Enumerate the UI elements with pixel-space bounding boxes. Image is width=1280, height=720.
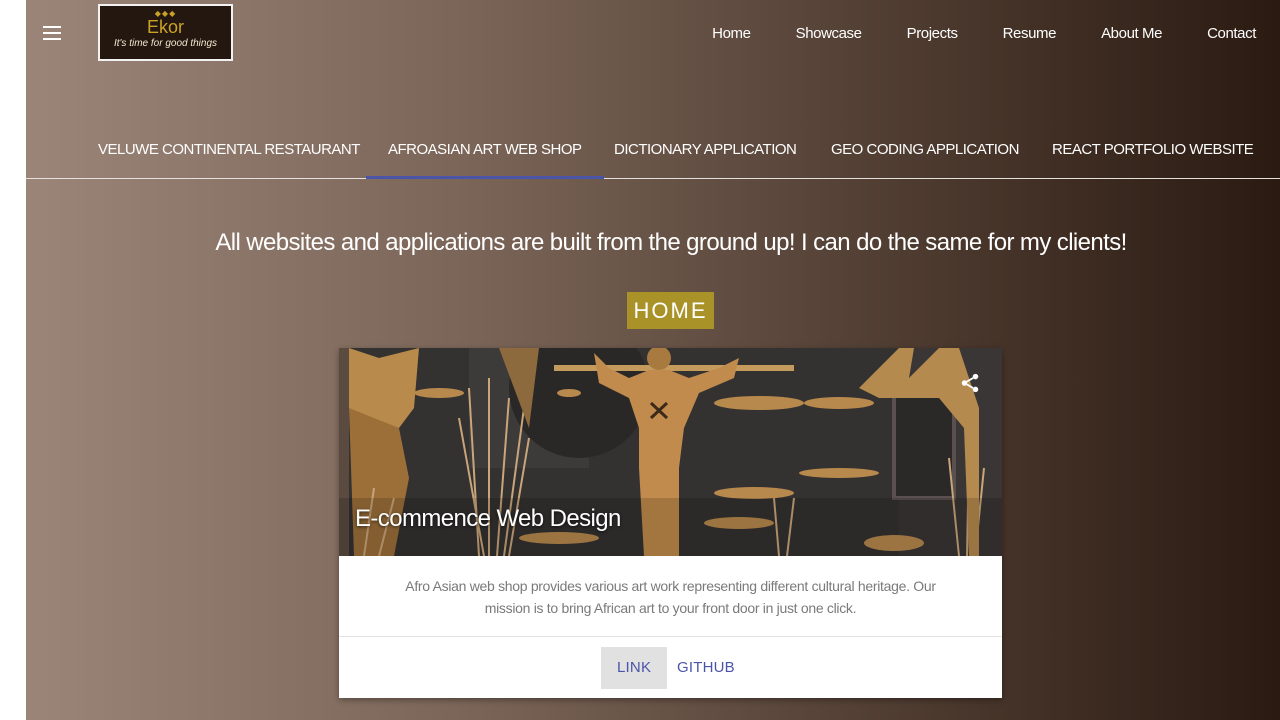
card-divider — [339, 636, 1002, 637]
tab-geo-coding-application[interactable]: GEO CODING APPLICATION — [831, 128, 1019, 178]
logo-tagline: It's time for good things — [113, 38, 218, 49]
site-logo[interactable]: ◆◆◆ Ekor It's time for good things — [98, 4, 233, 61]
tab-dictionary-application[interactable]: DICTIONARY APPLICATION — [614, 128, 797, 178]
tab-react-portfolio[interactable]: REACT PORTFOLIO WEBSITE — [1052, 128, 1254, 178]
github-button[interactable]: GITHUB — [661, 647, 751, 689]
card-actions: LINK GITHUB — [339, 647, 1002, 689]
card-description: Afro Asian web shop provides various art… — [359, 575, 982, 619]
nav-projects[interactable]: Projects — [907, 25, 958, 42]
logo-brand: Ekor — [146, 17, 184, 37]
card-image: E-commence Web Design — [339, 348, 1002, 556]
nav-showcase[interactable]: Showcase — [796, 25, 862, 42]
section-badge: HOME — [627, 292, 714, 329]
card-title: E-commence Web Design — [355, 505, 621, 532]
nav-home[interactable]: Home — [712, 25, 751, 42]
tab-afroasian-web-shop[interactable]: AFROASIAN ART WEB SHOP — [366, 128, 603, 179]
menu-icon[interactable] — [43, 22, 65, 44]
main-nav: Home Showcase Projects Resume About Me C… — [667, 25, 1256, 42]
card-description-line-1: Afro Asian web shop provides various art… — [405, 578, 936, 594]
page-headline: All websites and applications are built … — [215, 229, 1127, 256]
nav-about-me[interactable]: About Me — [1101, 25, 1162, 42]
link-button[interactable]: LINK — [601, 647, 668, 689]
nav-resume[interactable]: Resume — [1003, 25, 1057, 42]
project-tabs: VELUWE CONTINENTAL RESTAURANT AFROASIAN … — [26, 128, 1280, 179]
project-card: E-commence Web Design Afro Asian web sho… — [339, 348, 1002, 698]
card-description-line-2: mission is to bring African art to your … — [484, 600, 857, 616]
page-background: ◆◆◆ Ekor It's time for good things Home … — [26, 0, 1280, 720]
tab-veluwe-restaurant[interactable]: VELUWE CONTINENTAL RESTAURANT — [98, 128, 360, 178]
nav-contact[interactable]: Contact — [1207, 25, 1256, 42]
